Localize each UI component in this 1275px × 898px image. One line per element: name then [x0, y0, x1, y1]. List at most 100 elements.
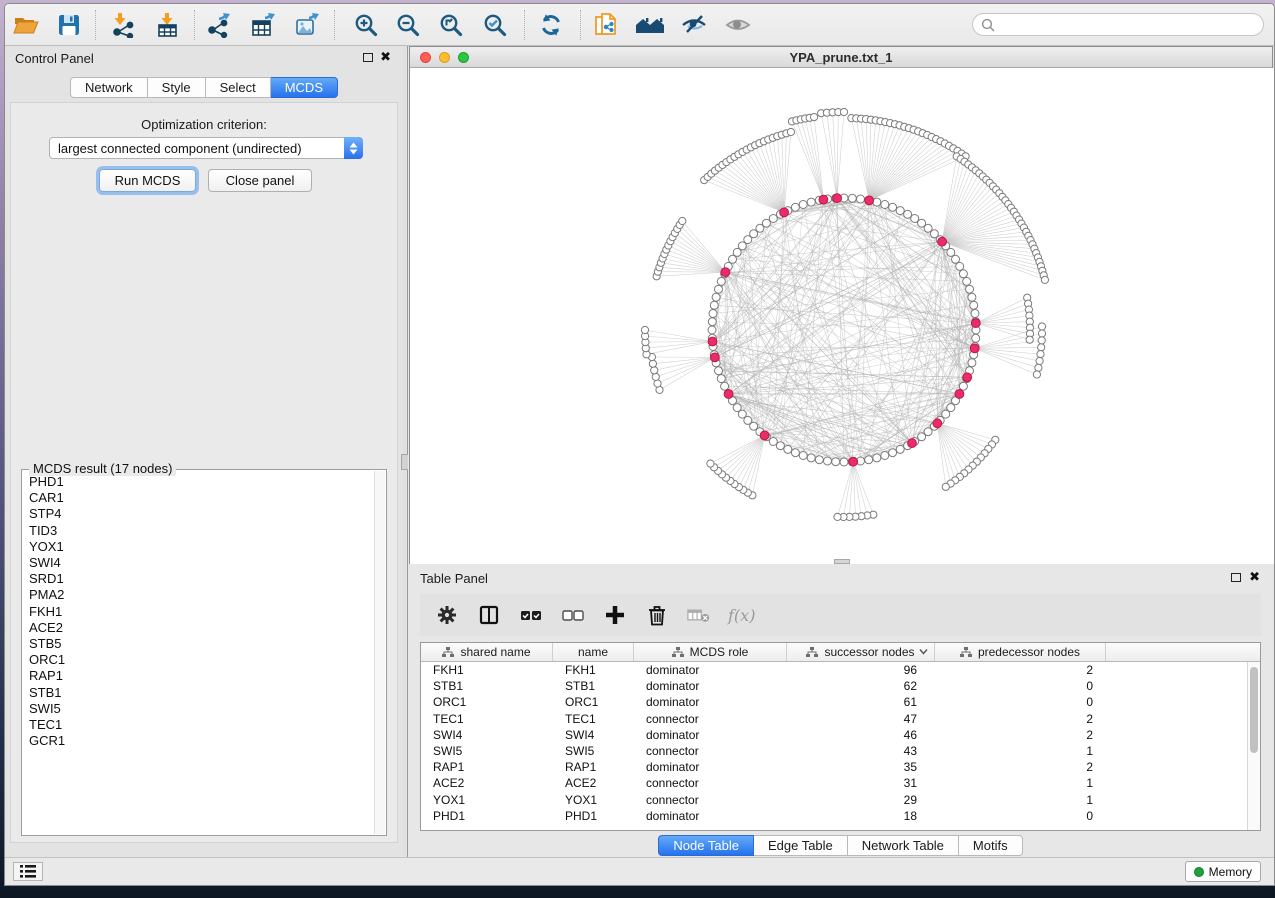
network-node[interactable]	[815, 456, 823, 464]
network-node[interactable]	[708, 318, 716, 326]
mcds-dominator-node[interactable]	[780, 208, 789, 217]
export-table-button[interactable]	[246, 8, 280, 42]
network-node[interactable]	[762, 219, 770, 227]
zoom-in-button[interactable]	[349, 8, 383, 42]
zoom-out-button[interactable]	[391, 8, 425, 42]
zoom-fit-button[interactable]	[434, 8, 468, 42]
network-node[interactable]	[733, 404, 741, 412]
network-node[interactable]	[715, 367, 723, 375]
tab-network[interactable]: Network	[70, 77, 148, 98]
mcds-result-node[interactable]: SWI5	[23, 701, 374, 717]
network-node[interactable]	[1037, 351, 1044, 358]
export-network-button[interactable]	[202, 8, 236, 42]
network-node[interactable]	[1041, 276, 1048, 283]
mcds-dominator-node[interactable]	[724, 390, 733, 399]
network-node[interactable]	[799, 452, 807, 460]
mcds-result-node[interactable]: FKH1	[23, 604, 374, 620]
import-network-button[interactable]	[106, 8, 140, 42]
mcds-result-node[interactable]: TEC1	[23, 717, 374, 733]
network-node[interactable]	[717, 277, 725, 285]
network-node[interactable]	[968, 359, 976, 367]
table-settings-button[interactable]	[434, 603, 459, 628]
network-node[interactable]	[807, 198, 815, 206]
mcds-result-node[interactable]: RAP1	[23, 668, 374, 684]
column-header-MCDS-role[interactable]: MCDS role	[634, 643, 787, 661]
network-node[interactable]	[712, 293, 720, 301]
mcds-result-list[interactable]: PHD1CAR1STP4TID3YOX1SWI4SRD1PMA2FKH1ACE2…	[23, 474, 374, 834]
mcds-dominator-node[interactable]	[933, 419, 942, 428]
table-scrollbar-thumb[interactable]	[1250, 667, 1258, 753]
float-panel-icon[interactable]	[363, 53, 373, 62]
network-node[interactable]	[896, 207, 904, 215]
network-node[interactable]	[824, 457, 832, 465]
network-node[interactable]	[881, 452, 889, 460]
network-node[interactable]	[963, 277, 971, 285]
result-list-scrollbar[interactable]	[374, 471, 385, 834]
network-node[interactable]	[784, 445, 792, 453]
network-node[interactable]	[651, 367, 658, 374]
clear-selection-button[interactable]	[560, 603, 585, 628]
table-row[interactable]: ORC1ORC1dominator610	[421, 694, 1247, 710]
first-neighbors-button[interactable]	[633, 8, 667, 42]
network-node[interactable]	[769, 215, 777, 223]
network-window-titlebar[interactable]: YPA_prune.txt_1	[410, 47, 1272, 68]
network-node[interactable]	[791, 449, 799, 457]
network-node[interactable]	[787, 128, 794, 135]
network-node[interactable]	[956, 262, 964, 270]
network-node[interactable]	[848, 194, 856, 202]
network-node[interactable]	[1035, 364, 1042, 371]
tab-edge-table[interactable]: Edge Table	[754, 835, 848, 856]
mcds-dominator-node[interactable]	[938, 237, 947, 246]
mcds-dominator-node[interactable]	[708, 337, 717, 346]
network-node[interactable]	[889, 449, 897, 457]
network-node[interactable]	[840, 458, 848, 466]
mcds-result-node[interactable]: STB5	[23, 636, 374, 652]
mcds-result-node[interactable]: TID3	[23, 523, 374, 539]
network-canvas[interactable]	[410, 68, 1272, 563]
close-table-panel-icon[interactable]: ✖	[1249, 570, 1260, 584]
network-node[interactable]	[652, 373, 659, 380]
hide-graphics-details-button[interactable]	[677, 8, 711, 42]
network-node[interactable]	[707, 460, 714, 467]
tab-style[interactable]: Style	[148, 77, 206, 98]
network-node[interactable]	[710, 301, 718, 309]
network-node[interactable]	[896, 445, 904, 453]
network-node[interactable]	[717, 375, 725, 383]
network-node[interactable]	[811, 114, 818, 121]
network-node[interactable]	[889, 203, 897, 211]
zoom-selected-button[interactable]	[478, 8, 512, 42]
mcds-result-node[interactable]: PMA2	[23, 587, 374, 603]
network-node[interactable]	[873, 454, 881, 462]
mcds-dominator-node[interactable]	[721, 268, 730, 277]
mcds-dominator-node[interactable]	[908, 439, 917, 448]
mcds-result-node[interactable]: PHD1	[23, 474, 374, 490]
network-node[interactable]	[970, 301, 978, 309]
table-row[interactable]: RAP1RAP1dominator352	[421, 759, 1247, 775]
network-node[interactable]	[972, 334, 980, 342]
network-node[interactable]	[952, 255, 960, 263]
mcds-dominator-node[interactable]	[833, 194, 842, 203]
tab-mcds[interactable]: MCDS	[271, 77, 338, 98]
table-row[interactable]: SWI5SWI5connector431	[421, 743, 1247, 759]
table-row[interactable]: ACE2ACE2connector311	[421, 775, 1247, 791]
table-row[interactable]: TEC1TEC1connector472	[421, 711, 1247, 727]
optimization-criterion-select[interactable]: largest connected component (undirected)	[49, 137, 363, 159]
show-graphics-details-button[interactable]	[721, 8, 755, 42]
network-node[interactable]	[776, 442, 784, 450]
search-input[interactable]	[995, 18, 1263, 32]
network-node[interactable]	[918, 433, 926, 441]
network-node[interactable]	[729, 255, 737, 263]
network-node[interactable]	[769, 438, 777, 446]
delete-entry-button[interactable]	[644, 603, 669, 628]
column-header-predecessor-nodes[interactable]: predecessor nodes	[935, 643, 1106, 661]
network-node[interactable]	[1038, 330, 1045, 337]
mcds-result-node[interactable]: STB1	[23, 685, 374, 701]
network-node[interactable]	[715, 285, 723, 293]
mcds-result-node[interactable]: GCR1	[23, 733, 374, 749]
mcds-dominator-node[interactable]	[955, 390, 964, 399]
mcds-dominator-node[interactable]	[971, 319, 980, 328]
tab-network-table[interactable]: Network Table	[848, 835, 959, 856]
network-node[interactable]	[959, 270, 967, 278]
network-node[interactable]	[971, 310, 979, 318]
column-header-name[interactable]: name	[553, 643, 634, 661]
